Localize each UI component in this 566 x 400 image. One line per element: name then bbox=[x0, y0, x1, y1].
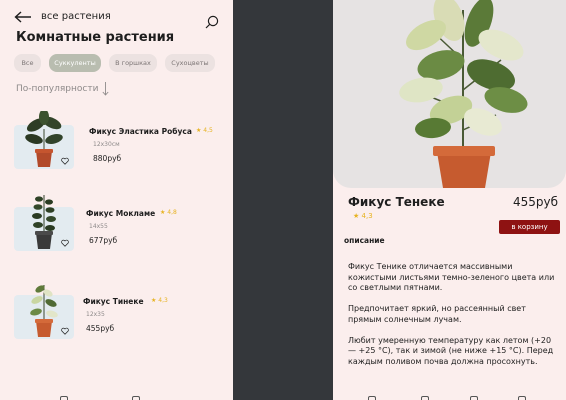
sort-label: По-популярности bbox=[16, 84, 99, 94]
product-card[interactable]: Фикус Тинеке ★ 4,3 12х35 455руб bbox=[14, 285, 219, 355]
product-card[interactable]: Фикус Эластика Робуса ★ 4,5 12х30см 880р… bbox=[14, 111, 219, 185]
page-title: Комнатные растения bbox=[16, 30, 175, 45]
bottom-nav bbox=[0, 393, 233, 400]
product-rating: ★ 4,8 bbox=[160, 209, 177, 216]
product-size: 12х35 bbox=[86, 311, 105, 318]
sort-arrow-icon bbox=[102, 82, 109, 96]
plant-image bbox=[25, 111, 63, 167]
description-paragraph: Любит умеренную температуру как летом (+… bbox=[348, 335, 554, 366]
add-to-cart-button[interactable]: в корзину bbox=[499, 220, 560, 234]
product-detail-screen: Фикус Тенеке 455руб ★ 4,3 в корзину опис… bbox=[333, 0, 566, 400]
plant-image bbox=[32, 195, 56, 249]
heart-icon[interactable] bbox=[61, 327, 69, 335]
catalog-screen: все растения Комнатные растения Все Сукк… bbox=[0, 0, 233, 400]
tab-all[interactable]: Все bbox=[14, 54, 41, 72]
product-rating: ★ 4,3 bbox=[151, 297, 168, 304]
plant-image bbox=[30, 285, 58, 337]
description-text: Фикус Тенике отличается массивными кожис… bbox=[348, 262, 558, 378]
nav-icon[interactable] bbox=[132, 396, 140, 400]
product-rating: ★ 4,5 bbox=[196, 127, 213, 134]
product-size: 14х55 bbox=[89, 223, 108, 230]
description-paragraph: Фикус Тенике отличается массивными кожис… bbox=[348, 262, 555, 292]
back-label[interactable]: все растения bbox=[41, 11, 111, 22]
nav-icon[interactable] bbox=[421, 396, 429, 400]
product-price: 455руб bbox=[86, 324, 115, 333]
bottom-nav bbox=[333, 393, 566, 400]
product-price: 880руб bbox=[93, 154, 122, 163]
description-heading: описание bbox=[344, 236, 385, 245]
back-arrow-icon[interactable] bbox=[14, 11, 32, 23]
product-name[interactable]: Фикус Эластика Робуса bbox=[89, 127, 192, 136]
product-title: Фикус Тенеке bbox=[348, 195, 445, 209]
product-price: 455руб bbox=[512, 195, 558, 209]
nav-icon[interactable] bbox=[518, 396, 526, 400]
tab-in-pots[interactable]: В горшках bbox=[109, 54, 157, 72]
tab-dried-flowers[interactable]: Сухоцветы bbox=[165, 54, 215, 72]
product-name[interactable]: Фикус Мокламе bbox=[86, 209, 155, 218]
product-thumbnail bbox=[14, 285, 74, 339]
tab-succulents[interactable]: Суккуленты bbox=[49, 54, 101, 72]
category-tabs: Все Суккуленты В горшках Сухоцветы bbox=[14, 54, 215, 72]
search-icon[interactable] bbox=[205, 15, 219, 29]
product-rating: ★ 4,3 bbox=[353, 212, 373, 220]
product-price: 677руб bbox=[89, 236, 118, 245]
product-hero-image bbox=[333, 0, 566, 188]
product-size: 12х30см bbox=[93, 141, 120, 148]
product-thumbnail bbox=[14, 111, 74, 169]
product-card[interactable]: Фикус Мокламе ★ 4,8 14х55 677руб bbox=[14, 195, 219, 267]
product-name[interactable]: Фикус Тинеке bbox=[83, 297, 144, 306]
sort-control[interactable]: По-популярности bbox=[16, 82, 109, 96]
nav-icon[interactable] bbox=[60, 396, 68, 400]
description-paragraph: Предпочитает яркий, но рассеянный свет п… bbox=[348, 304, 526, 324]
nav-icon[interactable] bbox=[470, 396, 478, 400]
product-thumbnail bbox=[14, 195, 74, 251]
nav-icon[interactable] bbox=[368, 396, 376, 400]
plant-image bbox=[399, 0, 528, 188]
heart-icon[interactable] bbox=[61, 157, 69, 165]
heart-icon[interactable] bbox=[61, 239, 69, 247]
